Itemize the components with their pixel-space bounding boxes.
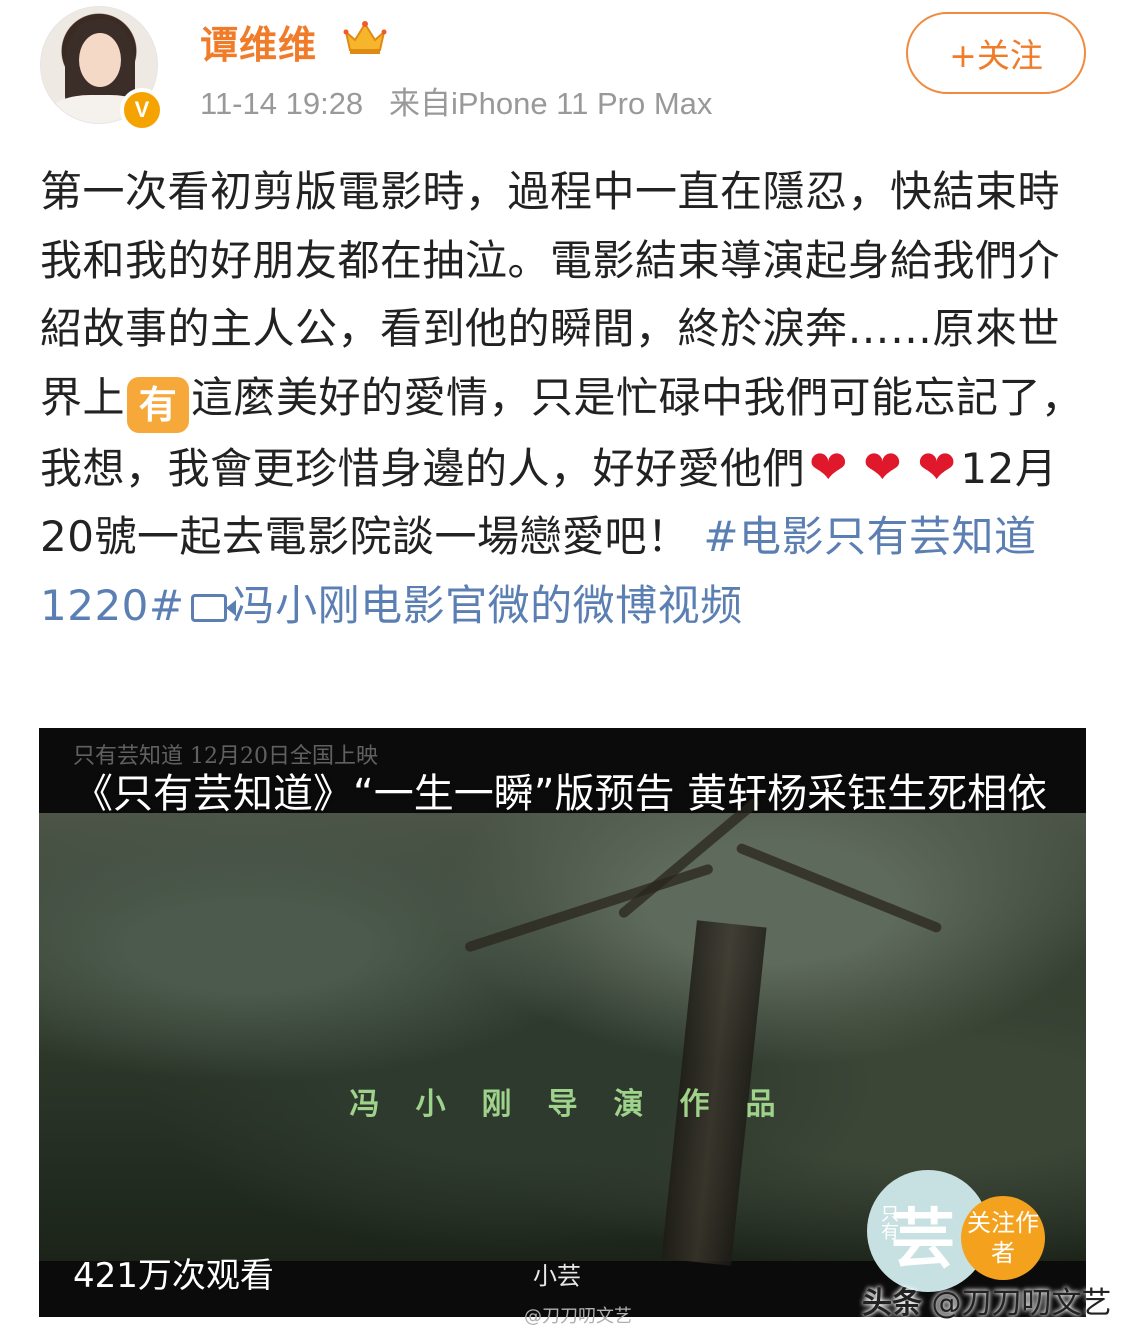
weibo-post: V 谭维维 11-14 19:28 来自iPhone 11 Pro Max +关… bbox=[0, 0, 1125, 1337]
tree-branch bbox=[463, 863, 715, 953]
heart-icon: ❤ ❤ ❤ bbox=[809, 439, 957, 494]
view-count: 421万次观看 bbox=[73, 1256, 274, 1296]
toutiao-watermark: 头条 @刀刀叨文艺 bbox=[862, 1278, 1112, 1322]
post-meta: 11-14 19:28 来自iPhone 11 Pro Max bbox=[200, 78, 712, 123]
follow-author-button[interactable]: 关注作者 bbox=[961, 1196, 1045, 1280]
video-link-icon bbox=[190, 593, 236, 622]
post-timestamp: 11-14 19:28 bbox=[200, 86, 364, 121]
video-link[interactable]: 冯小刚电影官微的微博视频 bbox=[233, 581, 743, 630]
verified-badge-icon: V bbox=[120, 88, 164, 132]
avatar-face bbox=[79, 33, 121, 87]
username[interactable]: 谭维维 bbox=[200, 14, 317, 69]
post-source: 来自iPhone 11 Pro Max bbox=[389, 86, 713, 121]
crown-icon bbox=[343, 21, 387, 54]
you-emoji-icon: 有 bbox=[127, 376, 190, 433]
follow-button[interactable]: +关注 bbox=[906, 12, 1086, 94]
author-logo-glyph: 芸 bbox=[891, 1202, 955, 1277]
toutiao-handle: @刀刀叨文艺 bbox=[931, 1286, 1112, 1321]
tree-branch bbox=[735, 842, 943, 934]
channel-name: 小芸 bbox=[533, 1262, 581, 1290]
director-credit: 冯小刚导演作品 bbox=[349, 1087, 812, 1122]
video-title: 《只有芸知道》“一生一瞬”版预告 黄轩杨采钰生死相依 bbox=[73, 771, 1048, 817]
watermark-center: @刀刀叨文艺 bbox=[524, 1306, 632, 1327]
post-body: 第一次看初剪版電影時，過程中一直在隱忍，快結束時我和我的好朋友都在抽泣。電影結束… bbox=[40, 158, 1090, 640]
video-player[interactable]: 冯小刚导演作品 只有芸知道 12月20日全国上映 《只有芸知道》“一生一瞬”版预… bbox=[39, 728, 1086, 1317]
toutiao-brand: 头条 bbox=[862, 1286, 922, 1321]
